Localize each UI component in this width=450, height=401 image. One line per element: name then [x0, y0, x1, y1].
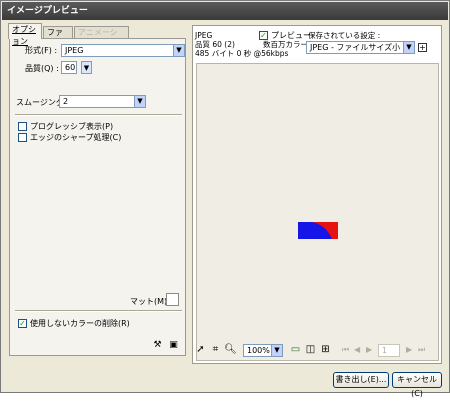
- two-up-view-icon[interactable]: ◫: [304, 343, 317, 357]
- add-preset-icon[interactable]: +: [418, 43, 427, 52]
- preview-quality: 品質 60 (2): [195, 40, 235, 49]
- preview-image: [298, 222, 338, 239]
- colors-label: 数百万カラー: [263, 40, 308, 49]
- remove-unused-label: 使用しないカラーの削除(R): [30, 319, 130, 328]
- previous-frame-icon: ◀: [354, 345, 361, 354]
- zoom-tool-icon[interactable]: 🔍︎: [224, 343, 237, 357]
- smoothing-select[interactable]: 2 ▼: [59, 95, 146, 108]
- frame-input: 1: [378, 344, 400, 357]
- divider: [15, 114, 182, 116]
- chevron-down-icon[interactable]: ▼: [271, 345, 282, 356]
- pointer-tool-icon[interactable]: ➚: [194, 343, 207, 357]
- sharpen-checkbox-row[interactable]: エッジのシャープ処理(C): [18, 132, 121, 143]
- quality-input[interactable]: 60: [61, 61, 77, 74]
- quality-dropdown-arrow-icon[interactable]: ▼: [81, 61, 92, 74]
- progressive-checkbox[interactable]: [18, 122, 27, 131]
- preview-size: 485 バイト 0 秒 @56kbps: [195, 49, 289, 58]
- first-frame-icon: ⏮: [342, 345, 350, 354]
- cancel-button[interactable]: キャンセル(C): [392, 372, 442, 398]
- preview-panel: JPEG 品質 60 (2) 485 バイト 0 秒 @56kbps ✓ プレビ…: [192, 25, 442, 364]
- zoom-value: 100%: [247, 346, 270, 355]
- chevron-down-icon[interactable]: ▼: [403, 42, 414, 53]
- remove-unused-checkbox[interactable]: ✓: [18, 319, 27, 328]
- last-frame-icon: ⏭: [418, 345, 426, 354]
- divider: [15, 310, 182, 312]
- format-value: JPEG: [65, 46, 84, 55]
- four-up-view-icon[interactable]: ⊞: [319, 343, 332, 357]
- saved-settings-select[interactable]: JPEG - ファイルサイズ小 ▼: [306, 41, 415, 54]
- crop-tool-icon[interactable]: ⌗: [209, 343, 222, 357]
- format-select[interactable]: JPEG ▼: [61, 44, 185, 57]
- image-view-icon[interactable]: ▭: [289, 343, 302, 357]
- tab-options[interactable]: オプション: [8, 23, 42, 46]
- magic-wand-icon[interactable]: ⚒: [151, 339, 164, 352]
- play-icon: ▶: [406, 345, 413, 354]
- progressive-checkbox-row[interactable]: プログレッシブ表示(P): [18, 121, 113, 132]
- progressive-label: プログレッシブ表示(P): [30, 122, 114, 131]
- remove-unused-checkbox-row[interactable]: ✓ 使用しないカラーの削除(R): [18, 318, 130, 329]
- matte-color-swatch[interactable]: [166, 293, 179, 306]
- preview-format: JPEG: [195, 31, 213, 40]
- chevron-down-icon[interactable]: ▼: [173, 45, 184, 56]
- next-frame-icon: ▶: [366, 345, 373, 354]
- preview-checkbox[interactable]: ✓: [259, 31, 268, 40]
- frame-value: 1: [382, 346, 388, 355]
- image-preview-window: イメージプレビュー オプション ファイル アニメーション 形式(F) : JPE…: [0, 0, 450, 398]
- options-panel: 形式(F) : JPEG ▼ 品質(Q) : 60 ▼ スムージング 2 ▼ プ…: [9, 38, 186, 356]
- zoom-select[interactable]: 100% ▼: [243, 344, 283, 357]
- window-title: イメージプレビュー: [2, 2, 448, 20]
- save-preset-icon[interactable]: ▣: [167, 339, 180, 352]
- sharpen-label: エッジのシャープ処理(C): [30, 133, 122, 142]
- export-button[interactable]: 書き出し(E)...: [333, 372, 389, 388]
- chevron-down-icon[interactable]: ▼: [134, 96, 145, 107]
- quality-label: 品質(Q) :: [25, 64, 59, 73]
- saved-settings-value: JPEG - ファイルサイズ小: [310, 43, 401, 52]
- sharpen-checkbox[interactable]: [18, 133, 27, 142]
- quality-value: 60: [65, 63, 76, 72]
- smoothing-label: スムージング: [16, 98, 64, 107]
- format-label: 形式(F) :: [25, 46, 58, 55]
- smoothing-value: 2: [63, 97, 69, 106]
- preview-canvas[interactable]: [196, 63, 439, 361]
- saved-settings-label: 保存されている設定 :: [308, 31, 381, 40]
